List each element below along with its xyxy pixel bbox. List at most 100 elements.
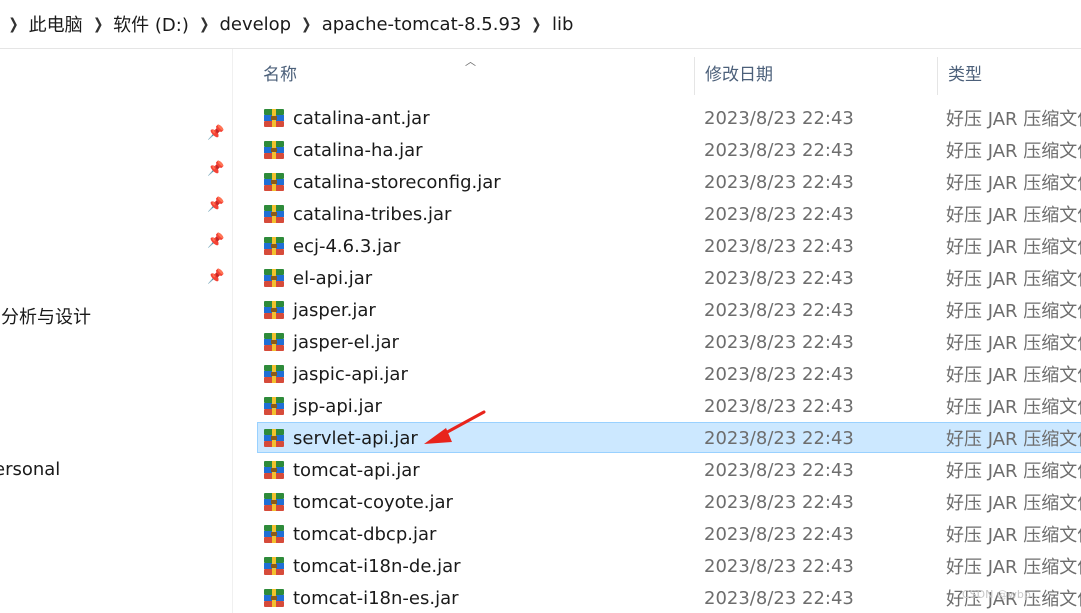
jar-archive-icon: [264, 141, 284, 159]
table-row[interactable]: ecj-4.6.3.jar 2023/8/23 22:43 好压 JAR 压缩文件: [233, 230, 1081, 262]
file-type-cell: 好压 JAR 压缩文件: [946, 198, 1081, 230]
table-row[interactable]: catalina-storeconfig.jar 2023/8/23 22:43 好…: [233, 166, 1081, 198]
table-row[interactable]: jasper-el.jar 2023/8/23 22:43 好压 JAR 压缩文件: [233, 326, 1081, 358]
modified-date-cell: 2023/8/23 22:43: [704, 422, 854, 454]
file-name-cell[interactable]: el-api.jar: [263, 262, 372, 294]
file-name-cell[interactable]: catalina-tribes.jar: [263, 198, 451, 230]
file-name: el-api.jar: [293, 267, 373, 289]
file-name-cell[interactable]: jaspic-api.jar: [263, 358, 408, 390]
file-type: 好压 JAR 压缩文件: [946, 237, 1081, 258]
file-name-cell[interactable]: jasper.jar: [263, 294, 376, 326]
modified-date: 2023/8/23 22:43: [704, 331, 854, 353]
modified-date-cell: 2023/8/23 22:43: [704, 102, 854, 134]
modified-date-cell: 2023/8/23 22:43: [704, 486, 854, 518]
table-row[interactable]: catalina-tribes.jar 2023/8/23 22:43 好压 JAR…: [233, 198, 1081, 230]
table-row[interactable]: el-api.jar 2023/8/23 22:43 好压 JAR 压缩文件: [233, 262, 1081, 294]
file-type-cell: 好压 JAR 压缩文件: [946, 294, 1081, 326]
table-row[interactable]: jsp-api.jar 2023/8/23 22:43 好压 JAR 压缩文件: [233, 390, 1081, 422]
breadcrumb-item[interactable]: lib: [552, 14, 573, 35]
table-row[interactable]: tomcat-coyote.jar 2023/8/23 22:43 好压 JAR 压…: [233, 486, 1081, 518]
pin-icon[interactable]: 📌: [207, 125, 225, 143]
table-row[interactable]: jasper.jar 2023/8/23 22:43 好压 JAR 压缩文件: [233, 294, 1081, 326]
table-row-selected[interactable]: servlet-api.jar 2023/8/23 22:43 好压 JAR 压缩文…: [233, 422, 1081, 454]
file-name-cell[interactable]: tomcat-api.jar: [263, 454, 420, 486]
file-name-cell[interactable]: catalina-storeconfig.jar: [263, 166, 501, 198]
modified-date-cell: 2023/8/23 22:43: [704, 198, 854, 230]
file-type: 好压 JAR 压缩文件: [946, 141, 1081, 162]
jar-archive-icon: [264, 493, 284, 511]
pin-icon[interactable]: 📌: [207, 269, 225, 287]
file-name: catalina-ha.jar: [293, 139, 423, 161]
breadcrumb-item[interactable]: 此电脑: [29, 11, 83, 37]
pin-icon[interactable]: 📌: [207, 197, 225, 215]
breadcrumb-chevron-icon[interactable]: ❯: [3, 15, 26, 33]
file-name: jsp-api.jar: [293, 395, 382, 417]
pin-icon[interactable]: 📌: [207, 161, 225, 179]
file-type: 好压 JAR 压缩文件: [946, 269, 1081, 290]
file-name-cell[interactable]: catalina-ant.jar: [263, 102, 430, 134]
table-row[interactable]: catalina-ant.jar 2023/8/23 22:43 好压 JAR 压缩…: [233, 102, 1081, 134]
modified-date-cell: 2023/8/23 22:43: [704, 390, 854, 422]
file-type: 好压 JAR 压缩文件: [946, 397, 1081, 418]
breadcrumb-chevron-icon[interactable]: ❯: [192, 15, 216, 33]
breadcrumb-chevron-icon[interactable]: ❯: [524, 15, 548, 33]
table-row[interactable]: tomcat-dbcp.jar 2023/8/23 22:43 好压 JAR 压缩文…: [233, 518, 1081, 550]
breadcrumb-chevron-icon[interactable]: ❯: [86, 15, 110, 33]
file-name: catalina-tribes.jar: [293, 203, 452, 225]
file-type-cell: 好压 JAR 压缩文件: [946, 102, 1081, 134]
file-type: 好压 JAR 压缩文件: [946, 365, 1081, 386]
modified-date-cell: 2023/8/23 22:43: [704, 326, 854, 358]
nav-item-label[interactable]: ]分析与设计: [0, 303, 91, 329]
file-type-cell: 好压 JAR 压缩文件: [946, 454, 1081, 486]
table-row[interactable]: jaspic-api.jar 2023/8/23 22:43 好压 JAR 压缩文件: [233, 358, 1081, 390]
file-type: 好压 JAR 压缩文件: [946, 205, 1081, 226]
file-name-cell[interactable]: tomcat-coyote.jar: [263, 486, 453, 518]
breadcrumb: ❯ 此电脑 ❯ 软件 (D:) ❯ develop ❯ apache-tomcat-8.5.9…: [0, 0, 1081, 49]
modified-date: 2023/8/23 22:43: [704, 555, 854, 577]
file-name-cell[interactable]: servlet-api.jar: [263, 422, 418, 454]
modified-date-cell: 2023/8/23 22:43: [704, 582, 854, 613]
file-name-cell[interactable]: jasper-el.jar: [263, 326, 399, 358]
file-name-cell[interactable]: catalina-ha.jar: [263, 134, 423, 166]
file-list: catalina-ant.jar 2023/8/23 22:43 好压 JAR 压缩…: [233, 88, 1081, 613]
table-row[interactable]: tomcat-i18n-de.jar 2023/8/23 22:43 好压 JAR …: [233, 550, 1081, 582]
breadcrumb-item[interactable]: develop: [219, 14, 291, 35]
file-name: catalina-storeconfig.jar: [293, 171, 501, 193]
file-type-cell: 好压 JAR 压缩文件: [946, 134, 1081, 166]
breadcrumb-chevron-icon[interactable]: ❯: [294, 15, 318, 33]
table-row[interactable]: tomcat-i18n-es.jar 2023/8/23 22:43 好压 JAR …: [233, 582, 1081, 613]
file-name-cell[interactable]: jsp-api.jar: [263, 390, 382, 422]
breadcrumb-item[interactable]: apache-tomcat-8.5.93: [322, 14, 522, 35]
file-name-cell[interactable]: ecj-4.6.3.jar: [263, 230, 400, 262]
file-type: 好压 JAR 压缩文件: [946, 109, 1081, 130]
modified-date-cell: 2023/8/23 22:43: [704, 262, 854, 294]
file-name: tomcat-i18n-es.jar: [293, 587, 459, 609]
modified-date: 2023/8/23 22:43: [704, 299, 854, 321]
file-name-cell[interactable]: tomcat-i18n-es.jar: [263, 582, 459, 613]
file-type: 好压 JAR 压缩文件: [946, 493, 1081, 514]
table-row[interactable]: tomcat-api.jar 2023/8/23 22:43 好压 JAR 压缩文件: [233, 454, 1081, 486]
table-row-partial[interactable]: [233, 88, 1081, 102]
modified-date: 2023/8/23 22:43: [704, 587, 854, 609]
file-name-cell[interactable]: tomcat-dbcp.jar: [263, 518, 436, 550]
file-type-cell: 好压 JAR 压缩文件: [946, 326, 1081, 358]
file-name-cell[interactable]: tomcat-i18n-de.jar: [263, 550, 461, 582]
file-type-cell: 好压 JAR 压缩文件: [946, 390, 1081, 422]
file-name: catalina-ant.jar: [293, 107, 430, 129]
file-name: jasper.jar: [293, 299, 376, 321]
breadcrumb-item[interactable]: 软件 (D:): [113, 11, 189, 37]
modified-date-cell: 2023/8/23 22:43: [704, 550, 854, 582]
modified-date: 2023/8/23 22:43: [704, 363, 854, 385]
modified-date: 2023/8/23 22:43: [704, 267, 854, 289]
table-row[interactable]: catalina-ha.jar 2023/8/23 22:43 好压 JAR 压缩文…: [233, 134, 1081, 166]
file-type: 好压 JAR 压缩文件: [946, 461, 1081, 482]
nav-item-label[interactable]: ersonal: [0, 459, 60, 480]
sort-ascending-icon: ︿: [465, 55, 476, 68]
modified-date-cell: 2023/8/23 22:43: [704, 294, 854, 326]
pin-icon[interactable]: 📌: [207, 233, 225, 251]
modified-date: 2023/8/23 22:43: [704, 427, 854, 449]
column-header-date-label: 修改日期: [705, 64, 773, 85]
modified-date: 2023/8/23 22:43: [704, 395, 854, 417]
modified-date-cell: 2023/8/23 22:43: [704, 166, 854, 198]
modified-date-cell: 2023/8/23 22:43: [704, 230, 854, 262]
